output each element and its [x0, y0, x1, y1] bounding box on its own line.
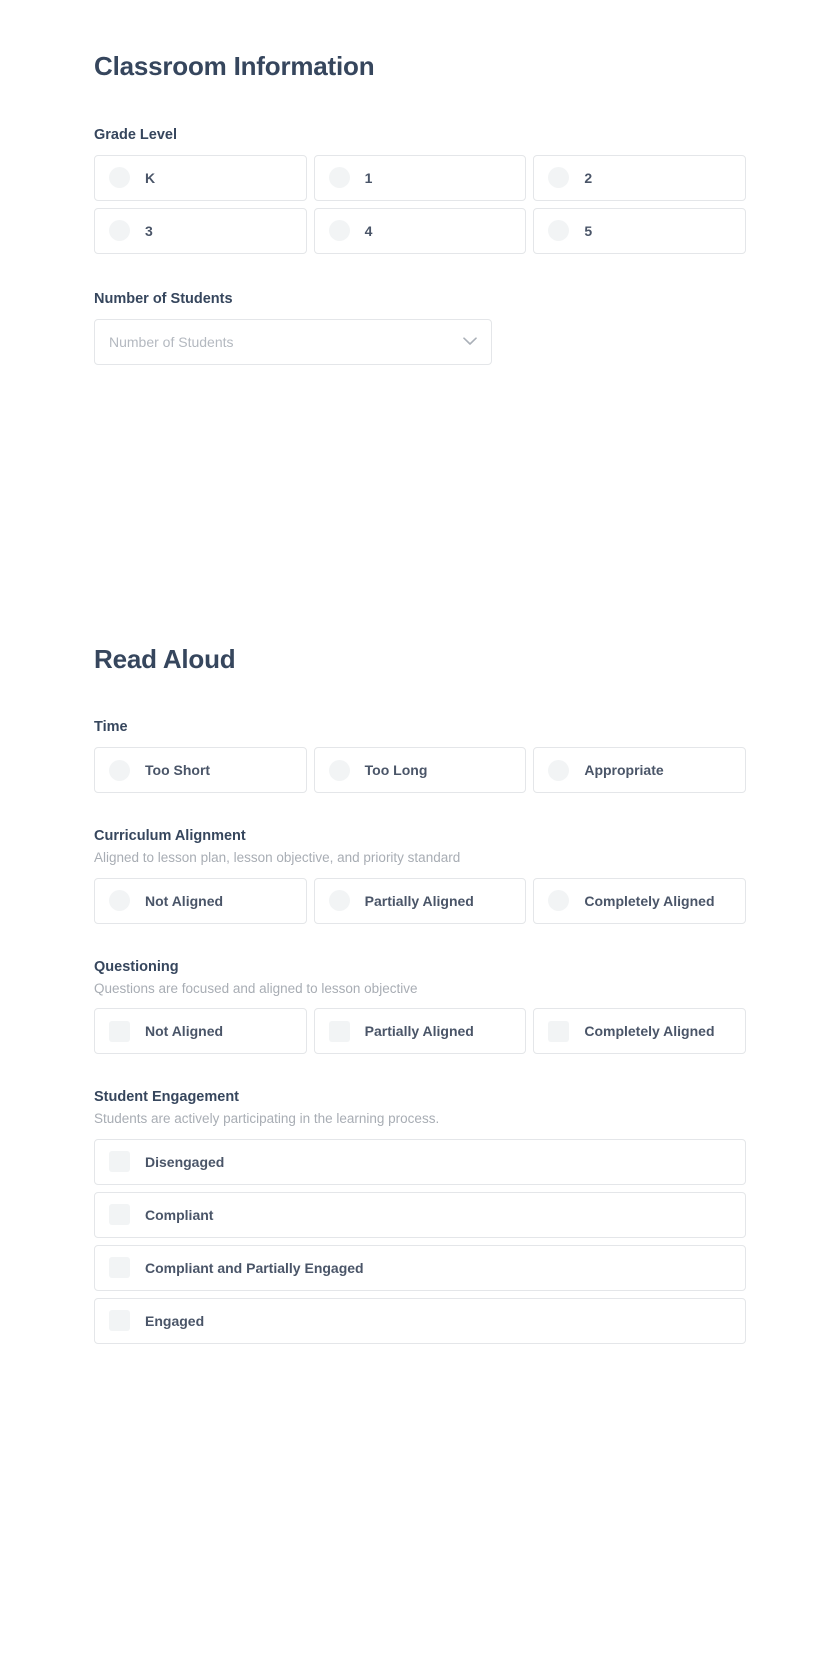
radio-icon[interactable]: [548, 890, 570, 912]
field-label-questioning: Questioning: [94, 958, 179, 975]
field-description-student-engagement: Students are actively participating in t…: [94, 1110, 440, 1126]
radio-icon[interactable]: [109, 220, 130, 242]
checkbox-icon[interactable]: [548, 1020, 570, 1042]
radio-icon[interactable]: [109, 167, 130, 189]
field-label-student-engagement: Student Engagement: [94, 1089, 240, 1106]
field-student-engagement: Student Engagement Students are actively…: [94, 1088, 746, 1344]
option-questioning-not-aligned[interactable]: Not Aligned: [94, 1008, 307, 1055]
field-description-questioning: Questions are focused and aligned to les…: [94, 980, 418, 996]
option-label: Not Aligned: [145, 892, 224, 909]
field-time: Time Too Short Too Long Appropriate: [94, 718, 746, 794]
option-grade-4[interactable]: 4: [313, 207, 527, 254]
field-label-grade-level: Grade Level: [94, 126, 178, 143]
checkbox-icon[interactable]: [109, 1204, 130, 1226]
option-label: 1: [364, 169, 373, 186]
field-curriculum-alignment: Curriculum Alignment Aligned to lesson p…: [94, 827, 746, 924]
section-read-aloud: Read Aloud Time Too Short Too Long Appro…: [94, 643, 746, 1344]
form-page: Classroom Information Grade Level K 1 2 …: [0, 0, 840, 1680]
option-label: 4: [364, 222, 373, 239]
option-label: Engaged: [145, 1312, 205, 1329]
checkbox-icon[interactable]: [109, 1151, 130, 1173]
page-title: Classroom Information: [94, 51, 375, 81]
checkbox-icon[interactable]: [109, 1310, 130, 1332]
radio-icon[interactable]: [109, 890, 130, 912]
field-number-of-students: Number of Students Number of Students: [94, 290, 746, 365]
section-classroom-information: Classroom Information Grade Level K 1 2 …: [94, 51, 746, 365]
option-label: K: [145, 169, 156, 186]
option-questioning-completely-aligned[interactable]: Completely Aligned: [533, 1008, 746, 1055]
option-engagement-compliant-partially-engaged[interactable]: Compliant and Partially Engaged: [94, 1244, 746, 1291]
form-content: Classroom Information Grade Level K 1 2 …: [0, 0, 840, 1344]
checkbox-icon[interactable]: [109, 1020, 130, 1042]
option-label: Completely Aligned: [584, 1023, 715, 1040]
option-list-student-engagement: Disengaged Compliant Compliant and Parti…: [94, 1138, 746, 1344]
checkbox-icon[interactable]: [328, 1020, 350, 1042]
option-curriculum-not-aligned[interactable]: Not Aligned: [94, 877, 307, 924]
field-label-number-of-students: Number of Students: [94, 290, 233, 307]
radio-icon[interactable]: [328, 167, 350, 189]
option-grade-3[interactable]: 3: [94, 207, 307, 254]
option-label: Not Aligned: [145, 1023, 224, 1040]
option-label: Compliant: [145, 1206, 214, 1223]
radio-icon[interactable]: [328, 890, 350, 912]
option-engagement-compliant[interactable]: Compliant: [94, 1191, 746, 1238]
field-label-time: Time: [94, 719, 128, 736]
option-label: 3: [145, 222, 153, 239]
option-label: Too Long: [364, 762, 428, 779]
section-title-read-aloud: Read Aloud: [94, 643, 236, 674]
select-placeholder: Number of Students: [109, 333, 234, 350]
field-questioning: Questioning Questions are focused and al…: [94, 958, 746, 1055]
option-label: Too Short: [145, 762, 211, 779]
option-grid-questioning: Not Aligned Partially Aligned Completely…: [94, 1008, 746, 1055]
option-label: Disengaged: [145, 1153, 225, 1170]
option-label: Partially Aligned: [364, 892, 474, 909]
number-of-students-select[interactable]: Number of Students: [94, 318, 492, 365]
radio-icon[interactable]: [328, 759, 350, 781]
option-questioning-partially-aligned[interactable]: Partially Aligned: [313, 1008, 527, 1055]
option-time-appropriate[interactable]: Appropriate: [533, 747, 746, 794]
option-label: Completely Aligned: [584, 892, 715, 909]
radio-icon[interactable]: [328, 220, 350, 242]
field-description-curriculum-alignment: Aligned to lesson plan, lesson objective…: [94, 850, 461, 866]
option-grade-2[interactable]: 2: [533, 154, 746, 201]
checkbox-icon[interactable]: [109, 1257, 130, 1279]
field-label-curriculum-alignment: Curriculum Alignment: [94, 828, 246, 845]
option-label: 2: [584, 169, 593, 186]
chevron-down-icon[interactable]: [463, 337, 477, 346]
option-label: 5: [584, 222, 593, 239]
option-label: Compliant and Partially Engaged: [145, 1259, 364, 1276]
option-time-too-long[interactable]: Too Long: [313, 747, 527, 794]
select-wrap-number-of-students: Number of Students: [94, 318, 492, 365]
radio-icon[interactable]: [548, 759, 570, 781]
option-grade-k[interactable]: K: [94, 154, 307, 201]
option-engagement-disengaged[interactable]: Disengaged: [94, 1138, 746, 1185]
option-grid-grade-level: K 1 2 3 4 5: [94, 154, 746, 254]
option-curriculum-completely-aligned[interactable]: Completely Aligned: [533, 877, 746, 924]
option-label: Partially Aligned: [364, 1023, 474, 1040]
option-engagement-engaged[interactable]: Engaged: [94, 1297, 746, 1344]
option-grid-curriculum-alignment: Not Aligned Partially Aligned Completely…: [94, 877, 746, 924]
radio-icon[interactable]: [548, 167, 570, 189]
option-grid-time: Too Short Too Long Appropriate: [94, 747, 746, 794]
option-curriculum-partially-aligned[interactable]: Partially Aligned: [313, 877, 527, 924]
field-grade-level: Grade Level K 1 2 3 4 5: [94, 126, 746, 254]
option-label: Appropriate: [584, 762, 664, 779]
option-grade-5[interactable]: 5: [533, 207, 746, 254]
radio-icon[interactable]: [109, 759, 130, 781]
option-grade-1[interactable]: 1: [313, 154, 527, 201]
radio-icon[interactable]: [548, 220, 570, 242]
option-time-too-short[interactable]: Too Short: [94, 747, 307, 794]
